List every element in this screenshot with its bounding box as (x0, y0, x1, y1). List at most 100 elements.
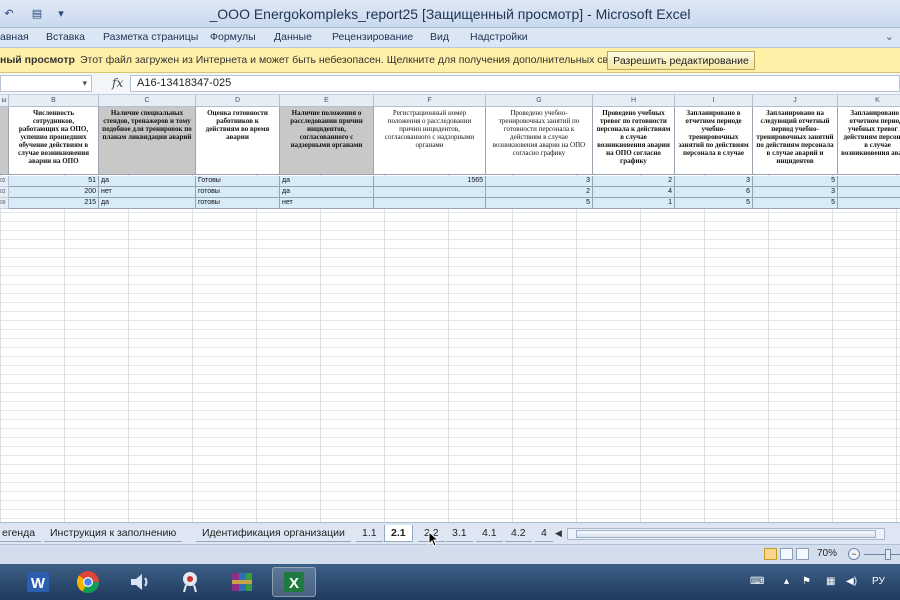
table-cell[interactable] (838, 198, 900, 209)
scroll-left-icon[interactable]: ◀ (555, 528, 562, 539)
table-cell[interactable]: 3 (753, 187, 838, 198)
header-cell[interactable]: Оценка готовности работников к действиям… (196, 107, 280, 175)
sheet-tab[interactable]: 4.1 (476, 525, 503, 542)
table-cell[interactable]: 5 (675, 198, 753, 209)
header-cell[interactable]: Запланировано в отчетном периоде учебных… (838, 107, 900, 175)
table-cell[interactable]: Готовы (196, 176, 280, 187)
zoom-out-icon[interactable]: − (848, 548, 860, 560)
column-header[interactable]: F (374, 95, 486, 107)
table-cell[interactable]: да (99, 198, 196, 209)
table-cell[interactable]: 200 (9, 187, 99, 198)
column-header[interactable]: I (675, 95, 753, 107)
tab-data[interactable]: Данные (274, 31, 312, 43)
table-cell[interactable]: 2 (486, 187, 593, 198)
formula-input[interactable]: A16-13418347-025 (130, 75, 900, 92)
insert-function-icon[interactable]: fx (112, 76, 123, 90)
scrollbar-thumb[interactable] (576, 530, 876, 538)
sheet-tab[interactable]: 3.1 (446, 525, 473, 542)
column-header[interactable]: H (593, 95, 675, 107)
volume-icon[interactable]: ◀) (846, 576, 857, 587)
table-cell[interactable]: 51 (9, 176, 99, 187)
table-cell[interactable]: 5 (753, 176, 838, 187)
column-header[interactable]: D (196, 95, 280, 107)
enable-editing-button[interactable]: Разрешить редактирование (607, 51, 755, 70)
table-cell[interactable]: 1565 (374, 176, 486, 187)
word-icon[interactable]: W (16, 567, 60, 597)
header-cell[interactable]: Запланировано на следующий отчетный пери… (753, 107, 838, 175)
normal-view-icon[interactable] (764, 548, 777, 560)
tab-view[interactable]: Вид (430, 31, 449, 43)
table-cell[interactable]: 5 (486, 198, 593, 209)
protected-view-message[interactable]: Этот файл загружен из Интернета и может … (80, 54, 646, 66)
table-cell[interactable]: 3 (486, 176, 593, 187)
header-cell[interactable]: Регистрационный номер положения о рассле… (374, 107, 486, 175)
header-cell[interactable]: Запланировано в отчетном периоде учебно-… (675, 107, 753, 175)
sheet-tab[interactable]: 1.1 (356, 525, 383, 542)
header-cell[interactable]: Проведено учебно-тренировочных занятий п… (486, 107, 593, 175)
zoom-level[interactable]: 70% (817, 548, 837, 559)
tray-arrow-icon[interactable]: ▴ (784, 576, 789, 587)
table-cell[interactable]: да (99, 176, 196, 187)
column-header[interactable]: E (280, 95, 374, 107)
tab-review[interactable]: Рецензирование (332, 31, 413, 43)
table-cell[interactable]: нет (99, 187, 196, 198)
network-icon[interactable]: ▦ (826, 576, 835, 587)
table-cell[interactable]: 5 (753, 198, 838, 209)
table-cell[interactable]: да (280, 176, 374, 187)
header-cell[interactable] (0, 107, 9, 175)
column-header[interactable]: ы (0, 95, 9, 107)
sheet-tab[interactable]: 4 (535, 525, 553, 542)
zoom-slider[interactable] (864, 554, 900, 555)
table-cell[interactable]: 215 (9, 198, 99, 209)
tab-insert[interactable]: Вставка (46, 31, 85, 43)
header-cell[interactable]: Наличие специальных стендов, тренажеров … (99, 107, 196, 175)
tab-addins[interactable]: Надстройки (470, 31, 528, 43)
table-cell[interactable]: да (280, 187, 374, 198)
table-cell[interactable] (374, 198, 486, 209)
table-cell[interactable]: нет (280, 198, 374, 209)
language-indicator[interactable]: РУ (872, 576, 885, 587)
column-header[interactable]: C (99, 95, 196, 107)
table-cell[interactable] (838, 187, 900, 198)
table-cell[interactable]: 1 (593, 198, 675, 209)
sheet-tab[interactable]: егенда (0, 525, 42, 542)
zoom-slider-thumb[interactable] (885, 549, 891, 560)
table-cell[interactable]: готовы (196, 187, 280, 198)
header-cell[interactable]: Проведено учебных тревог по готовности п… (593, 107, 675, 175)
sheet-tab[interactable]: 4.2 (505, 525, 532, 542)
page-layout-view-icon[interactable] (780, 548, 793, 560)
table-cell[interactable] (838, 176, 900, 187)
column-header[interactable]: J (753, 95, 838, 107)
row-header[interactable]: 09 (0, 198, 9, 209)
tab-home[interactable]: авная (0, 31, 29, 43)
page-break-view-icon[interactable] (796, 548, 809, 560)
tab-formulas[interactable]: Формулы (210, 31, 256, 43)
media-player-icon[interactable] (118, 567, 162, 597)
row-header[interactable]: 02 (0, 176, 9, 187)
tab-page-layout[interactable]: Разметка страницы (103, 31, 198, 43)
header-cell[interactable]: Численность сотрудников, работающих на О… (9, 107, 99, 175)
name-box[interactable]: ▾ (0, 75, 92, 92)
table-cell[interactable] (374, 187, 486, 198)
table-cell[interactable]: 4 (593, 187, 675, 198)
sheet-tab[interactable]: Инструкция к заполнению (44, 525, 183, 542)
worksheet-grid[interactable]: ы B C D E F G H I J K Численность сотруд… (0, 95, 900, 522)
table-cell[interactable]: 6 (675, 187, 753, 198)
column-header[interactable]: G (486, 95, 593, 107)
chrome-icon[interactable] (66, 567, 110, 597)
excel-icon[interactable]: X (272, 567, 316, 597)
header-cell[interactable]: Наличие положения о расследовании причин… (280, 107, 374, 175)
sheet-tab[interactable]: Идентификация организации (196, 525, 351, 542)
table-cell[interactable]: 3 (675, 176, 753, 187)
column-header[interactable]: K (838, 95, 900, 107)
horizontal-scrollbar[interactable] (567, 528, 885, 540)
keyboard-icon[interactable]: ⌨ (750, 576, 764, 587)
column-header[interactable]: B (9, 95, 99, 107)
sheet-tab-active[interactable]: 2.1 (384, 525, 413, 542)
action-center-icon[interactable]: ⚑ (802, 576, 811, 587)
name-box-dropdown-icon[interactable]: ▾ (82, 78, 87, 89)
table-cell[interactable]: готовы (196, 198, 280, 209)
ribbon-collapse-icon[interactable]: ⌄ (885, 30, 894, 43)
table-cell[interactable]: 2 (593, 176, 675, 187)
row-header[interactable]: 02 (0, 187, 9, 198)
